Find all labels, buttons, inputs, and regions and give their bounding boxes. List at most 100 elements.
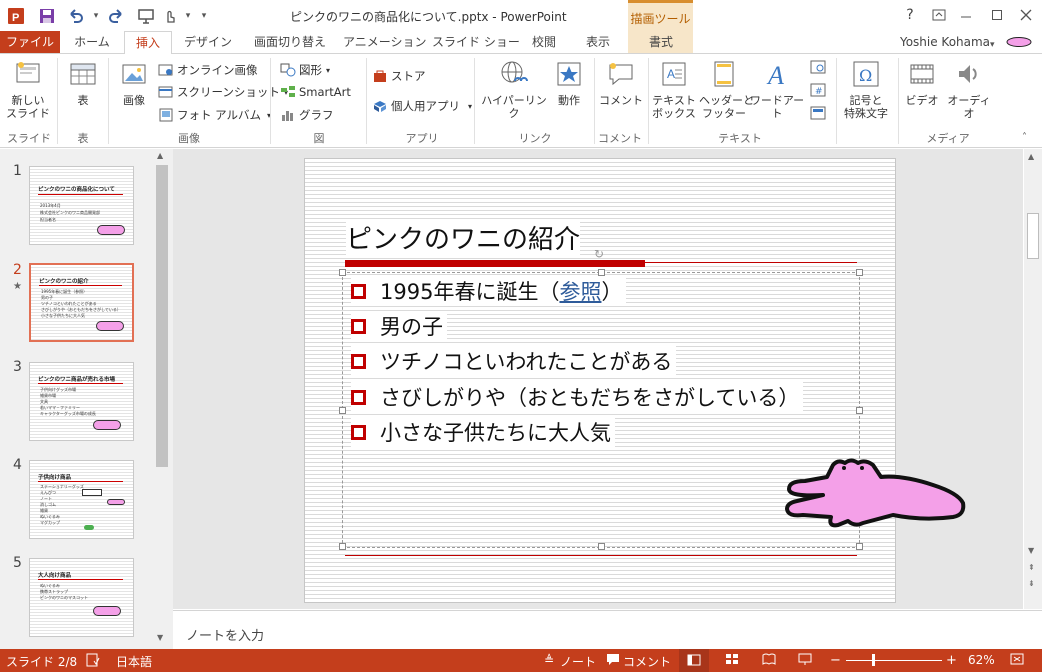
chart-button[interactable]: グラフ bbox=[280, 105, 334, 125]
tab-file[interactable]: ファイル bbox=[0, 31, 60, 53]
reading-view-icon[interactable] bbox=[762, 653, 776, 668]
notes-placeholder[interactable]: ノートを入力 bbox=[186, 625, 264, 644]
resize-handle[interactable] bbox=[856, 407, 863, 414]
store-button[interactable]: ストア bbox=[372, 66, 426, 86]
date-time-icon[interactable] bbox=[810, 60, 826, 77]
avatar[interactable] bbox=[1006, 36, 1032, 51]
rotate-handle-icon[interactable]: ↻ bbox=[594, 247, 604, 261]
object-icon[interactable] bbox=[810, 106, 826, 123]
tab-slideshow[interactable]: スライド ショー bbox=[432, 31, 520, 53]
present-icon[interactable] bbox=[136, 6, 156, 26]
tab-view[interactable]: 表示 bbox=[578, 31, 618, 53]
comments-toggle-button[interactable]: コメント bbox=[623, 653, 671, 670]
language-indicator[interactable]: 日本語 bbox=[116, 653, 152, 670]
notes-pane[interactable]: ノートを入力 bbox=[173, 610, 1042, 649]
tab-format[interactable]: 書式 bbox=[636, 31, 686, 53]
resize-handle[interactable] bbox=[598, 269, 605, 276]
scroll-down-icon[interactable]: ▼ bbox=[1028, 546, 1034, 555]
symbol-button[interactable]: Ω 記号と 特殊文字 bbox=[838, 58, 894, 120]
video-button[interactable]: ビデオ bbox=[902, 58, 942, 107]
resize-handle[interactable] bbox=[856, 269, 863, 276]
thumbnail-scrollbar[interactable]: ▲ ▼ bbox=[155, 149, 169, 649]
tab-review[interactable]: 校閲 bbox=[525, 31, 563, 53]
fit-slide-icon[interactable] bbox=[1010, 653, 1024, 668]
user-name[interactable]: Yoshie Kohama bbox=[898, 31, 992, 53]
photo-album-button[interactable]: フォト アルバム ▾ bbox=[158, 105, 271, 125]
reference-link[interactable]: 参照 bbox=[559, 276, 601, 306]
thumbnail-slide-5[interactable]: 大人向け商品 ぬいぐるみ 携帯ストラップ ピンクのワニのマスコット bbox=[29, 558, 134, 637]
ribbon-display-options-icon[interactable] bbox=[925, 4, 953, 26]
spell-check-icon[interactable] bbox=[86, 653, 100, 670]
undo-dropdown-icon[interactable]: ▾ bbox=[86, 6, 106, 26]
shapes-button[interactable]: 図形 ▾ bbox=[280, 60, 330, 80]
header-footer-button[interactable]: ヘッダーと フッター bbox=[699, 58, 754, 120]
zoom-in-icon[interactable]: + bbox=[946, 653, 957, 668]
slide-sorter-view-icon[interactable] bbox=[725, 653, 739, 668]
tab-home[interactable]: ホーム bbox=[66, 31, 118, 53]
bullet-item[interactable]: ツチノコといわれたことがある bbox=[351, 346, 677, 376]
pink-crocodile-image[interactable] bbox=[783, 455, 968, 538]
notes-toggle-button[interactable]: ノート bbox=[560, 653, 596, 670]
tab-insert[interactable]: 挿入 bbox=[124, 31, 172, 54]
collapse-ribbon-icon[interactable]: ˄ bbox=[1022, 132, 1027, 143]
zoom-out-icon[interactable]: − bbox=[830, 653, 841, 668]
audio-button[interactable]: オーディオ bbox=[944, 58, 994, 120]
textbox-button[interactable]: A テキスト ボックス bbox=[650, 58, 698, 120]
hyperlink-button[interactable]: ハイパーリンク bbox=[480, 58, 548, 120]
scroll-thumb[interactable] bbox=[156, 165, 168, 467]
thumbnail-slide-3[interactable]: ピンクのワニ商品が売れる市場 子供向けグッズ市場 雑貨市場 文具 若いママ・ファ… bbox=[29, 362, 134, 441]
previous-slide-icon[interactable]: ⇞ bbox=[1028, 563, 1035, 572]
normal-view-button[interactable] bbox=[679, 649, 709, 672]
slide-canvas[interactable]: ピンクのワニの紹介 ↻ 1995年春に誕生（ 参照） 男の子 ツチノコといわれたこ… bbox=[304, 158, 966, 603]
scroll-up-icon[interactable]: ▲ bbox=[1028, 152, 1034, 161]
close-icon[interactable] bbox=[1012, 4, 1040, 26]
bullet-item[interactable]: 小さな子供たちに大人気 bbox=[351, 417, 615, 447]
scroll-thumb[interactable] bbox=[1027, 213, 1039, 259]
comment-button[interactable]: コメント bbox=[598, 58, 644, 107]
bullet-item[interactable]: さびしがりや（おともだちをさがしている） bbox=[351, 382, 804, 412]
user-dropdown-icon[interactable]: ▾ bbox=[990, 40, 995, 50]
resize-handle[interactable] bbox=[598, 543, 605, 550]
resize-handle[interactable] bbox=[339, 269, 346, 276]
wordart-button[interactable]: A ワードアート bbox=[748, 58, 806, 120]
thumbnail-slide-4[interactable]: 子供向け商品 ステーショナリーグッズ えんぴつ ノート 消しゴム 雑貨 ぬいぐる… bbox=[29, 460, 134, 539]
scroll-down-icon[interactable]: ▼ bbox=[157, 633, 163, 642]
help-button[interactable]: ? bbox=[896, 4, 924, 26]
undo-icon[interactable] bbox=[66, 6, 86, 26]
zoom-level[interactable]: 62% bbox=[968, 653, 995, 667]
screenshot-button[interactable]: スクリーンショット ▾ bbox=[158, 82, 288, 102]
notes-toggle-icon[interactable]: ≜ bbox=[544, 653, 554, 667]
resize-handle[interactable] bbox=[856, 543, 863, 550]
powerpoint-logo-icon[interactable]: P bbox=[6, 6, 26, 26]
scroll-up-icon[interactable]: ▲ bbox=[157, 151, 163, 160]
new-slide-button[interactable]: 新しい スライド bbox=[4, 58, 52, 120]
image-button[interactable]: 画像 bbox=[114, 58, 154, 107]
personal-apps-button[interactable]: 個人用アプリ ▾ bbox=[372, 96, 472, 116]
slide-indicator[interactable]: スライド 2/8 bbox=[6, 653, 77, 670]
zoom-slider-thumb[interactable] bbox=[872, 654, 875, 666]
zoom-slider[interactable] bbox=[846, 660, 942, 661]
minimize-icon[interactable] bbox=[952, 4, 980, 26]
redo-icon[interactable] bbox=[106, 6, 126, 26]
thumbnail-slide-1[interactable]: ピンクのワニの商品化について 2013年4月 株式会社ピンクのワニ商品開発部 担… bbox=[29, 166, 134, 245]
slideshow-view-icon[interactable] bbox=[798, 653, 812, 668]
maximize-icon[interactable] bbox=[983, 4, 1011, 26]
thumbnail-slide-2[interactable]: ピンクのワニの紹介 1995年春に誕生（参照） 男の子 ツチノコといわれたことが… bbox=[29, 263, 134, 342]
next-slide-icon[interactable]: ⇟ bbox=[1028, 579, 1035, 588]
save-icon[interactable] bbox=[37, 6, 57, 26]
tab-animations[interactable]: アニメーション bbox=[343, 31, 427, 53]
slide-title[interactable]: ピンクのワニの紹介 bbox=[346, 219, 581, 256]
action-button[interactable]: 動作 bbox=[551, 58, 587, 107]
comments-icon[interactable] bbox=[606, 653, 620, 669]
bullet-item[interactable]: 1995年春に誕生（ 参照） bbox=[351, 276, 627, 306]
resize-handle[interactable] bbox=[339, 407, 346, 414]
bullet-item[interactable]: 男の子 bbox=[351, 311, 447, 341]
slide-scrollbar[interactable]: ▲ ▼ ⇞ ⇟ bbox=[1024, 149, 1042, 609]
tab-design[interactable]: デザイン bbox=[180, 31, 236, 53]
table-button[interactable]: 表 bbox=[62, 58, 104, 107]
tab-transitions[interactable]: 画面切り替え bbox=[250, 31, 330, 53]
smartart-button[interactable]: SmartArt bbox=[280, 82, 351, 102]
touch-mode-icon[interactable] bbox=[160, 6, 180, 26]
slide-number-icon[interactable]: # bbox=[810, 83, 826, 100]
customize-icon[interactable]: ▾ bbox=[194, 6, 214, 26]
